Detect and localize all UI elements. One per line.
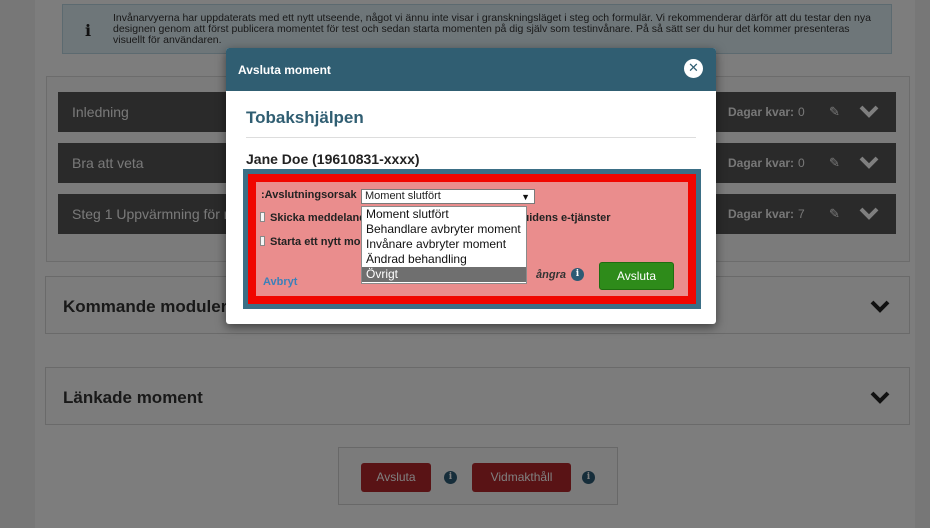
- info-icon[interactable]: i: [571, 268, 584, 281]
- start-new-checkbox[interactable]: [260, 236, 265, 246]
- reason-select-value: Moment slutfört: [365, 190, 441, 202]
- chevron-down-icon: ▼: [521, 192, 530, 202]
- send-message-checkbox[interactable]: [260, 212, 265, 222]
- cancel-link[interactable]: Avbryt: [263, 276, 297, 288]
- dialog-title: Avsluta moment: [238, 63, 331, 77]
- reason-option-highlighted[interactable]: Övrigt: [362, 267, 526, 282]
- reason-select[interactable]: Moment slutfört ▼: [361, 189, 535, 204]
- patient-name: Jane Doe (19610831-xxxx): [246, 151, 420, 167]
- reason-option[interactable]: Ändrad behandling: [362, 252, 526, 267]
- dialog-header: Avsluta moment ✕: [226, 48, 716, 91]
- reason-option[interactable]: Behandlare avbryter moment: [362, 222, 526, 237]
- reason-option[interactable]: Invånare avbryter moment: [362, 237, 526, 252]
- divider: [246, 137, 696, 138]
- reason-label: Avslutningsorsak:: [261, 189, 357, 201]
- reason-option[interactable]: Moment slutfört: [362, 207, 526, 222]
- reason-dropdown-list: Moment slutfört Behandlare avbryter mome…: [361, 206, 527, 284]
- close-icon[interactable]: ✕: [684, 59, 703, 78]
- confirm-end-button[interactable]: Avsluta: [599, 262, 674, 290]
- program-heading: Tobakshjälpen: [246, 108, 364, 127]
